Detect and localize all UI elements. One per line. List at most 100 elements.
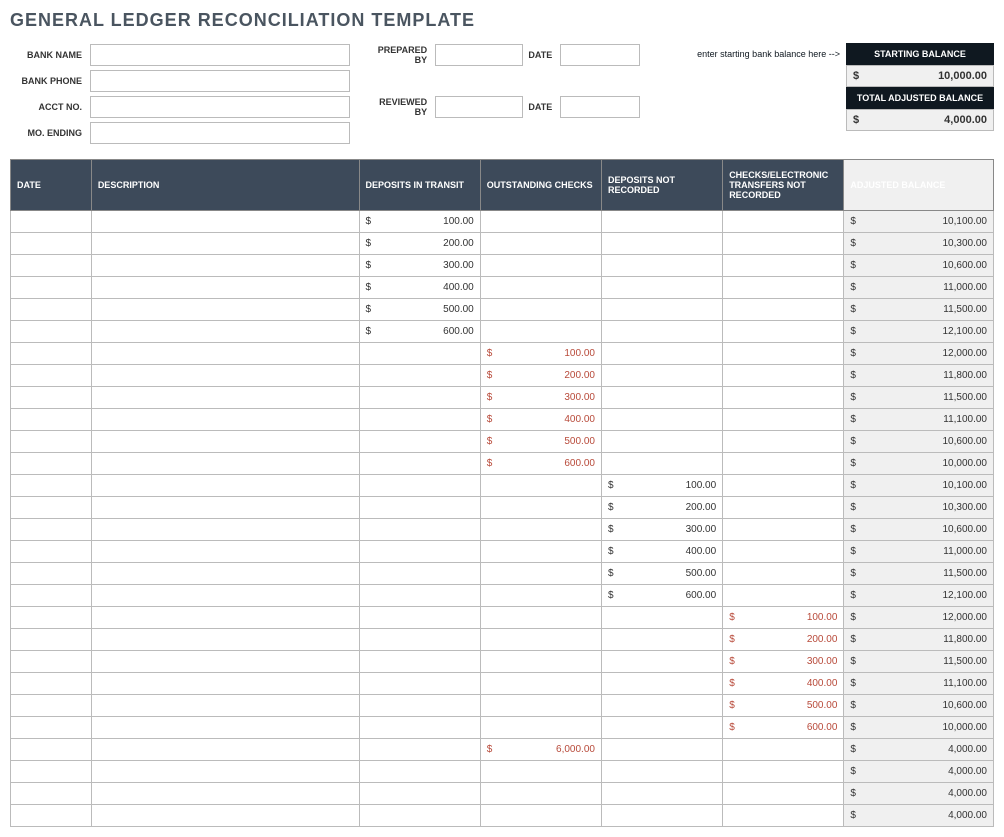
cell-deposits-not-recorded[interactable] (601, 387, 722, 409)
cell-checks-not-recorded[interactable]: $100.00 (723, 607, 844, 629)
cell-date[interactable] (11, 541, 92, 563)
cell-checks-not-recorded[interactable] (723, 519, 844, 541)
cell-date[interactable] (11, 233, 92, 255)
cell-deposits-not-recorded[interactable] (601, 805, 722, 827)
input-mo-ending[interactable] (90, 122, 350, 144)
cell-checks-not-recorded[interactable] (723, 277, 844, 299)
cell-outstanding-checks[interactable]: $400.00 (480, 409, 601, 431)
cell-description[interactable] (91, 607, 359, 629)
cell-checks-not-recorded[interactable] (723, 497, 844, 519)
cell-deposits-transit[interactable] (359, 475, 480, 497)
cell-date[interactable] (11, 387, 92, 409)
cell-description[interactable] (91, 233, 359, 255)
cell-description[interactable] (91, 695, 359, 717)
cell-checks-not-recorded[interactable] (723, 321, 844, 343)
cell-deposits-not-recorded[interactable] (601, 761, 722, 783)
cell-date[interactable] (11, 321, 92, 343)
cell-date[interactable] (11, 365, 92, 387)
cell-deposits-not-recorded[interactable]: $400.00 (601, 541, 722, 563)
cell-checks-not-recorded[interactable] (723, 365, 844, 387)
cell-outstanding-checks[interactable] (480, 541, 601, 563)
cell-description[interactable] (91, 299, 359, 321)
cell-outstanding-checks[interactable] (480, 299, 601, 321)
cell-checks-not-recorded[interactable] (723, 211, 844, 233)
cell-date[interactable] (11, 475, 92, 497)
cell-checks-not-recorded[interactable] (723, 805, 844, 827)
cell-description[interactable] (91, 211, 359, 233)
cell-outstanding-checks[interactable] (480, 321, 601, 343)
cell-deposits-not-recorded[interactable] (601, 321, 722, 343)
cell-checks-not-recorded[interactable]: $300.00 (723, 651, 844, 673)
cell-deposits-not-recorded[interactable] (601, 409, 722, 431)
cell-deposits-transit[interactable]: $100.00 (359, 211, 480, 233)
cell-deposits-transit[interactable] (359, 739, 480, 761)
cell-outstanding-checks[interactable] (480, 255, 601, 277)
cell-outstanding-checks[interactable] (480, 233, 601, 255)
cell-outstanding-checks[interactable] (480, 695, 601, 717)
cell-description[interactable] (91, 453, 359, 475)
cell-deposits-not-recorded[interactable]: $200.00 (601, 497, 722, 519)
cell-date[interactable] (11, 519, 92, 541)
cell-date[interactable] (11, 497, 92, 519)
cell-outstanding-checks[interactable] (480, 761, 601, 783)
cell-checks-not-recorded[interactable] (723, 739, 844, 761)
cell-deposits-not-recorded[interactable] (601, 343, 722, 365)
cell-checks-not-recorded[interactable] (723, 431, 844, 453)
cell-deposits-not-recorded[interactable] (601, 607, 722, 629)
cell-date[interactable] (11, 563, 92, 585)
cell-deposits-transit[interactable] (359, 585, 480, 607)
cell-description[interactable] (91, 563, 359, 585)
cell-date[interactable] (11, 783, 92, 805)
cell-description[interactable] (91, 497, 359, 519)
cell-outstanding-checks[interactable] (480, 585, 601, 607)
cell-date[interactable] (11, 585, 92, 607)
cell-description[interactable] (91, 387, 359, 409)
cell-description[interactable] (91, 431, 359, 453)
cell-deposits-transit[interactable]: $200.00 (359, 233, 480, 255)
cell-checks-not-recorded[interactable] (723, 563, 844, 585)
cell-date[interactable] (11, 343, 92, 365)
cell-deposits-not-recorded[interactable] (601, 233, 722, 255)
cell-description[interactable] (91, 673, 359, 695)
cell-description[interactable] (91, 629, 359, 651)
cell-description[interactable] (91, 541, 359, 563)
cell-outstanding-checks[interactable] (480, 475, 601, 497)
cell-deposits-not-recorded[interactable]: $300.00 (601, 519, 722, 541)
input-date-1[interactable] (560, 44, 640, 66)
cell-deposits-transit[interactable] (359, 673, 480, 695)
cell-deposits-transit[interactable]: $300.00 (359, 255, 480, 277)
cell-deposits-not-recorded[interactable] (601, 739, 722, 761)
cell-description[interactable] (91, 761, 359, 783)
cell-description[interactable] (91, 255, 359, 277)
cell-description[interactable] (91, 585, 359, 607)
cell-checks-not-recorded[interactable] (723, 761, 844, 783)
cell-deposits-transit[interactable] (359, 431, 480, 453)
cell-deposits-transit[interactable] (359, 695, 480, 717)
input-acct-no[interactable] (90, 96, 350, 118)
input-prepared-by[interactable] (435, 44, 523, 66)
cell-checks-not-recorded[interactable] (723, 585, 844, 607)
cell-description[interactable] (91, 739, 359, 761)
cell-date[interactable] (11, 277, 92, 299)
cell-deposits-not-recorded[interactable]: $100.00 (601, 475, 722, 497)
cell-deposits-transit[interactable]: $600.00 (359, 321, 480, 343)
cell-outstanding-checks[interactable] (480, 211, 601, 233)
cell-date[interactable] (11, 805, 92, 827)
cell-checks-not-recorded[interactable]: $500.00 (723, 695, 844, 717)
cell-date[interactable] (11, 431, 92, 453)
cell-deposits-transit[interactable] (359, 409, 480, 431)
input-reviewed-by[interactable] (435, 96, 523, 118)
cell-checks-not-recorded[interactable] (723, 453, 844, 475)
cell-outstanding-checks[interactable] (480, 497, 601, 519)
cell-outstanding-checks[interactable] (480, 563, 601, 585)
cell-outstanding-checks[interactable] (480, 277, 601, 299)
cell-checks-not-recorded[interactable] (723, 387, 844, 409)
cell-deposits-transit[interactable] (359, 453, 480, 475)
cell-deposits-transit[interactable] (359, 607, 480, 629)
cell-date[interactable] (11, 651, 92, 673)
input-bank-phone[interactable] (90, 70, 350, 92)
cell-checks-not-recorded[interactable]: $400.00 (723, 673, 844, 695)
cell-checks-not-recorded[interactable] (723, 475, 844, 497)
cell-description[interactable] (91, 805, 359, 827)
cell-deposits-not-recorded[interactable] (601, 783, 722, 805)
